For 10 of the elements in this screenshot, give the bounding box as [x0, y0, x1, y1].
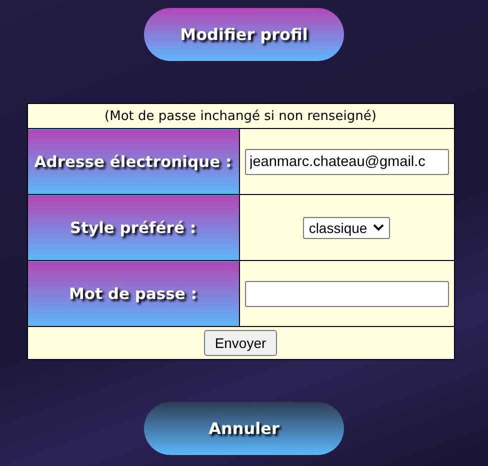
chevron-down-icon [373, 224, 384, 231]
field-label: Mot de passe : [27, 260, 239, 326]
form-note: (Mot de passe inchangé si non renseigné) [27, 104, 454, 128]
cancel-button[interactable]: Annuler [144, 402, 344, 455]
email-input-field[interactable]: jeanmarc.chateau@gmail.c [244, 148, 448, 174]
password-input-field[interactable] [244, 280, 448, 306]
submit-button[interactable]: Envoyer [204, 330, 278, 356]
field-label: Style préféré : [27, 194, 239, 260]
style-dropdown[interactable]: classique [302, 216, 390, 238]
field-label: Adresse électronique : [27, 128, 239, 194]
